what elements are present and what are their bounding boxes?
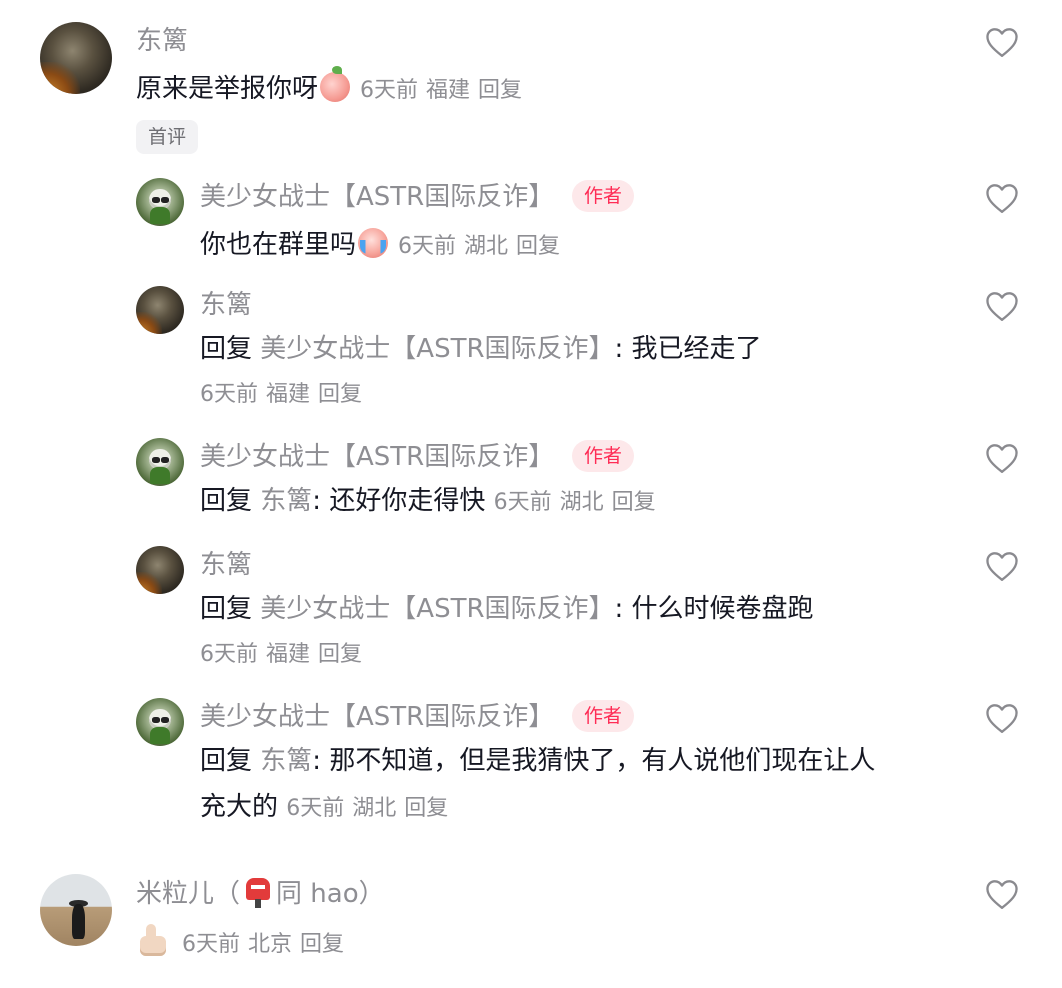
thumbs-up-emoji-icon <box>136 924 170 958</box>
like-heart-icon[interactable] <box>984 878 1020 910</box>
avatar[interactable] <box>136 698 184 746</box>
comment-location: 湖北 <box>352 796 397 821</box>
avatar-eye <box>152 457 160 463</box>
comment-text: : 还好你走得快 <box>312 486 486 516</box>
comment-text: : 什么时候卷盘跑 <box>614 594 814 624</box>
like-heart-icon[interactable] <box>984 26 1020 58</box>
avatar-person <box>71 904 85 939</box>
comment-time: 6天前 <box>493 490 552 515</box>
comment-username[interactable]: 美少女战士【ASTR国际反诈】 <box>200 444 554 470</box>
comment-meta: 6天前 福建 回复 <box>200 384 370 406</box>
comment-time: 6天前 <box>200 642 258 667</box>
comment-time: 6天前 <box>286 796 345 821</box>
comment-meta: 6天前 湖北 回复 <box>286 796 456 821</box>
avatar-eye <box>160 457 169 463</box>
like-heart-icon[interactable] <box>984 550 1020 582</box>
avatar-eye <box>152 197 160 203</box>
comment-meta: 6天前 福建 回复 <box>360 78 530 103</box>
comment-meta: 6天前 湖北 回复 <box>398 234 568 259</box>
comment-time: 6天前 <box>200 382 258 407</box>
avatar[interactable] <box>136 546 184 594</box>
avatar-eye <box>152 717 160 723</box>
reply-item: 美少女战士【ASTR国际反诈】 作者 你也在群里吗 6天前 湖北 回复 <box>0 170 1062 280</box>
reply-to-username[interactable]: 东篱 <box>260 746 312 776</box>
peach-emoji-icon <box>320 66 351 102</box>
comment-text-line: 回复 美少女战士【ASTR国际反诈】: 什么时候卷盘跑 <box>200 596 814 622</box>
reply-to-username[interactable]: 美少女战士【ASTR国际反诈】 <box>260 334 614 364</box>
username-prefix: 米粒儿（ <box>136 879 241 909</box>
comment-username[interactable]: 东篱 <box>200 292 252 318</box>
reply-button[interactable]: 回复 <box>404 796 448 821</box>
avatar-eye <box>160 717 169 723</box>
avatar[interactable] <box>136 286 184 334</box>
avatar[interactable] <box>40 874 112 946</box>
comment-text: 你也在群里吗 <box>200 230 357 260</box>
comment-location: 湖北 <box>559 490 604 515</box>
comment-text-line: 回复 东篱: 那不知道，但是我猜快了，有人说他们现在让人 <box>200 748 875 774</box>
comment-meta: 6天前 福建 回复 <box>200 644 370 666</box>
like-heart-icon[interactable] <box>984 442 1020 474</box>
comment-location: 湖北 <box>464 234 509 259</box>
mailbox-icon <box>246 878 271 908</box>
comment-username[interactable]: 东篱 <box>136 28 188 54</box>
like-heart-icon[interactable] <box>984 182 1020 214</box>
reply-item: 东篱 回复 美少女战士【ASTR国际反诈】: 我已经走了 6天前 福建 回复 <box>0 280 1062 430</box>
comment-location: 福建 <box>266 382 311 407</box>
reply-prefix: 回复 <box>200 486 253 516</box>
reply-button[interactable]: 回复 <box>516 234 560 259</box>
reply-button[interactable]: 回复 <box>478 78 522 103</box>
avatar-body <box>150 726 170 745</box>
author-badge: 作者 <box>572 180 635 212</box>
comment-location: 福建 <box>426 78 471 103</box>
reply-button[interactable]: 回复 <box>300 932 344 957</box>
comment-location: 福建 <box>266 642 311 667</box>
reply-prefix: 回复 <box>200 334 253 364</box>
username-suffix: 同 hao） <box>276 879 385 909</box>
author-badge: 作者 <box>572 440 635 472</box>
crying-emoji-icon <box>358 228 389 258</box>
reply-item: 美少女战士【ASTR国际反诈】 作者 回复 东篱: 还好你走得快 6天前 湖北 回复 <box>0 430 1062 540</box>
author-badge: 作者 <box>572 700 635 732</box>
comment-item: 东篱 原来是举报你呀 6天前 福建 回复 首评 <box>0 0 1062 170</box>
comment-time: 6天前 <box>398 234 457 259</box>
comment-meta: 6天前 北京 回复 <box>182 932 352 957</box>
comment-location: 北京 <box>248 932 293 957</box>
comment-text: : 我已经走了 <box>614 334 762 364</box>
avatar[interactable] <box>40 22 112 94</box>
reply-button[interactable]: 回复 <box>612 490 656 515</box>
comment-text-line: 原来是举报你呀 6天前 福建 回复 <box>136 66 530 104</box>
avatar-body <box>150 466 170 485</box>
reply-to-username[interactable]: 美少女战士【ASTR国际反诈】 <box>260 594 614 624</box>
reply-button[interactable]: 回复 <box>318 382 362 407</box>
avatar-body <box>150 206 170 225</box>
comment-username[interactable]: 米粒儿（ 同 hao） <box>136 878 385 908</box>
comment-text-line: 回复 美少女战士【ASTR国际反诈】: 我已经走了 <box>200 336 762 362</box>
comment-text-continued: 充大的 <box>200 792 279 822</box>
like-heart-icon[interactable] <box>984 702 1020 734</box>
reply-to-username[interactable]: 东篱 <box>260 486 312 516</box>
comment-meta: 6天前 湖北 回复 <box>494 490 664 515</box>
avatar[interactable] <box>136 438 184 486</box>
reply-prefix: 回复 <box>200 594 253 624</box>
comment-item: 米粒儿（ 同 hao） 6天前 北京 回复 <box>0 850 1062 988</box>
reply-button[interactable]: 回复 <box>318 642 362 667</box>
reply-item: 东篱 回复 美少女战士【ASTR国际反诈】: 什么时候卷盘跑 6天前 福建 回复 <box>0 540 1062 690</box>
comment-username[interactable]: 美少女战士【ASTR国际反诈】 <box>200 184 554 210</box>
comment-time: 6天前 <box>360 78 419 103</box>
avatar[interactable] <box>136 178 184 226</box>
avatar-eye <box>160 197 169 203</box>
comment-text-line: 回复 东篱: 还好你走得快 6天前 湖北 回复 <box>200 488 664 514</box>
comment-username[interactable]: 美少女战士【ASTR国际反诈】 <box>200 704 554 730</box>
reply-prefix: 回复 <box>200 746 253 776</box>
comment-time: 6天前 <box>182 932 240 957</box>
comment-text: : 那不知道，但是我猜快了，有人说他们现在让人 <box>312 746 876 776</box>
like-heart-icon[interactable] <box>984 290 1020 322</box>
reply-item: 美少女战士【ASTR国际反诈】 作者 回复 东篱: 那不知道，但是我猜快了，有人… <box>0 690 1062 850</box>
first-comment-tag: 首评 <box>136 120 199 154</box>
comment-text-line: 充大的 6天前 湖北 回复 <box>200 794 456 820</box>
comment-username[interactable]: 东篱 <box>200 552 252 578</box>
comment-text: 原来是举报你呀 <box>136 74 319 104</box>
comment-text-line: 6天前 北京 回复 <box>136 924 352 958</box>
comment-text-line: 你也在群里吗 6天前 湖北 回复 <box>200 228 568 258</box>
